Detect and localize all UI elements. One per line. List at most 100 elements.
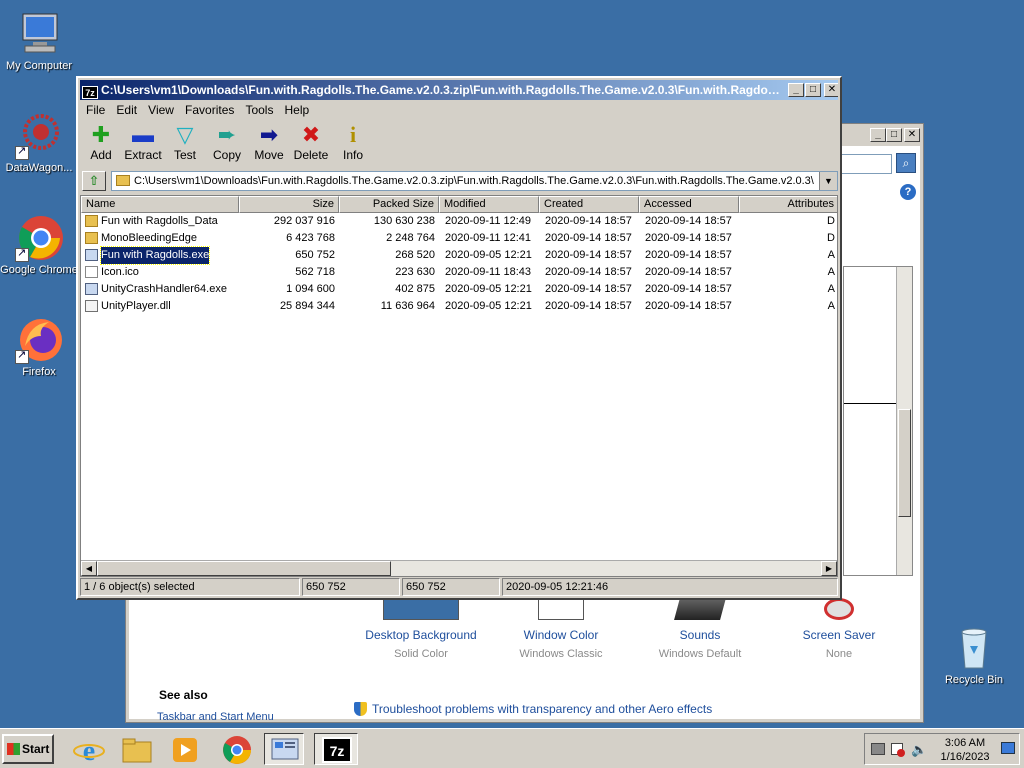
- troubleshoot-link[interactable]: Troubleshoot problems with transparency …: [372, 702, 712, 716]
- exe-file-icon: [85, 249, 98, 261]
- copy-arrow-icon: ➨: [217, 122, 237, 147]
- control-panel-taskbar-button[interactable]: [264, 733, 304, 765]
- cell-modified: 2020-09-11 12:41: [445, 232, 532, 244]
- window-color-thumbnail: [538, 598, 584, 620]
- cell-name: Fun with Ragdolls.exe: [99, 246, 211, 265]
- extract-button[interactable]: ▬ Extract: [122, 122, 164, 162]
- menu-favorites[interactable]: Favorites: [185, 103, 234, 117]
- up-folder-button[interactable]: ⇧: [82, 171, 106, 191]
- cell-accessed: 2020-09-14 18:57: [645, 249, 732, 261]
- media-player-taskbar-button[interactable]: [164, 733, 204, 765]
- clock[interactable]: 3:06 AM 1/16/2023: [935, 736, 995, 764]
- maximize-button[interactable]: □: [886, 128, 902, 142]
- file-row[interactable]: MonoBleedingEdge 6 423 768 2 248 764 2020-0…: [81, 230, 837, 247]
- copy-button[interactable]: ➨ Copy: [206, 122, 248, 162]
- taskbar-start-menu-link[interactable]: Taskbar and Start Menu: [157, 711, 274, 723]
- cell-attr: A: [827, 300, 835, 312]
- file-row[interactable]: Icon.ico 562 718 223 630 2020-09-11 18:43 20…: [81, 264, 837, 281]
- troubleshoot-link-row[interactable]: Troubleshoot problems with transparency …: [354, 702, 712, 716]
- desktop-icon-recycle-bin[interactable]: Recycle Bin: [935, 624, 1013, 686]
- address-bar: ⇧ C:\Users\vm1\Downloads\Fun.with.Ragdol…: [80, 169, 838, 193]
- desktop-background-item[interactable]: Desktop Background Solid Color: [351, 598, 491, 660]
- cell-modified: 2020-09-05 12:21: [445, 249, 532, 261]
- start-button[interactable]: Start: [2, 734, 54, 764]
- scroll-left-arrow[interactable]: ◀: [81, 561, 97, 576]
- scroll-right-arrow[interactable]: ▶: [821, 561, 837, 576]
- chrome-taskbar-button[interactable]: [216, 733, 256, 765]
- test-button[interactable]: ▽ Test: [164, 122, 206, 162]
- item-subtitle: Windows Default: [658, 648, 742, 660]
- file-row[interactable]: UnityCrashHandler64.exe 1 094 600 402 875 2…: [81, 281, 837, 298]
- desktop-icon-datawagon[interactable]: DataWagon...: [0, 112, 78, 174]
- status-selection: 1 / 6 object(s) selected: [80, 578, 300, 596]
- desktop-icon-my-computer[interactable]: My Computer: [0, 10, 78, 72]
- delete-button[interactable]: ✖ Delete: [290, 122, 332, 162]
- chevron-down-icon[interactable]: ▼: [819, 172, 837, 190]
- file-row[interactable]: Fun with Ragdolls.exe 650 752 268 520 2020-…: [81, 246, 837, 265]
- column-header-attributes[interactable]: Attributes: [739, 196, 837, 213]
- volume-icon[interactable]: 🔈: [911, 742, 927, 758]
- scrollbar-thumb[interactable]: [898, 409, 911, 517]
- cell-attr: D: [827, 215, 835, 227]
- search-icon[interactable]: ⌕: [896, 153, 916, 173]
- ie-taskbar-button[interactable]: e: [68, 733, 108, 767]
- minimize-button[interactable]: _: [788, 83, 804, 97]
- column-header-created[interactable]: Created: [539, 196, 639, 213]
- desktop-icon-google-chrome[interactable]: Google Chrome: [0, 214, 78, 276]
- address-input[interactable]: C:\Users\vm1\Downloads\Fun.with.Ragdolls…: [111, 171, 838, 191]
- cell-packed: 11 636 964: [380, 300, 435, 312]
- minimize-button[interactable]: _: [870, 128, 886, 142]
- column-header-accessed[interactable]: Accessed: [639, 196, 739, 213]
- cell-packed: 223 630: [395, 266, 435, 278]
- close-button[interactable]: ✕: [824, 83, 838, 97]
- explorer-taskbar-button[interactable]: [116, 733, 156, 765]
- vertical-scrollbar[interactable]: [896, 267, 912, 575]
- file-row[interactable]: UnityPlayer.dll 25 894 344 11 636 964 2020-…: [81, 298, 837, 315]
- status-packed: 650 752: [402, 578, 500, 596]
- cell-size: 25 894 344: [279, 300, 335, 312]
- desktop-icon-firefox[interactable]: Firefox: [0, 316, 78, 378]
- column-header-packed-size[interactable]: Packed Size: [339, 196, 439, 213]
- cell-created: 2020-09-14 18:57: [545, 215, 632, 227]
- menu-edit[interactable]: Edit: [116, 103, 137, 117]
- status-modified: 2020-09-05 12:21:46: [502, 578, 838, 596]
- cell-packed: 402 875: [395, 283, 435, 295]
- menu-tools[interactable]: Tools: [245, 103, 273, 117]
- cell-packed: 2 248 764: [386, 232, 435, 244]
- maximize-button[interactable]: □: [805, 83, 821, 97]
- network-icon[interactable]: [871, 743, 885, 755]
- svg-text:e: e: [83, 736, 95, 766]
- column-header-name[interactable]: Name: [81, 196, 239, 213]
- menu-help[interactable]: Help: [285, 103, 310, 117]
- window-color-item[interactable]: Window Color Windows Classic: [491, 598, 631, 660]
- folder-icon: [122, 738, 152, 763]
- column-header-size[interactable]: Size: [239, 196, 339, 213]
- menu-view[interactable]: View: [148, 103, 174, 117]
- sounds-item[interactable]: Sounds Windows Default: [630, 598, 770, 660]
- cell-accessed: 2020-09-14 18:57: [645, 283, 732, 295]
- add-button[interactable]: ✚ Add: [80, 122, 122, 162]
- scrollbar-thumb[interactable]: [97, 561, 391, 576]
- move-label: Move: [254, 148, 284, 162]
- search-input[interactable]: [836, 154, 892, 174]
- show-desktop-icon[interactable]: [1001, 742, 1015, 754]
- menu-file[interactable]: File: [86, 103, 105, 117]
- item-title: Window Color: [523, 628, 599, 642]
- info-icon: i: [349, 122, 357, 147]
- status-bar: 1 / 6 object(s) selected 650 752 650 752…: [80, 578, 838, 596]
- help-icon[interactable]: ?: [900, 184, 916, 200]
- screen-saver-item[interactable]: Screen Saver None: [769, 598, 909, 660]
- address-path: C:\Users\vm1\Downloads\Fun.with.Ragdolls…: [134, 175, 814, 187]
- cell-modified: 2020-09-11 12:49: [445, 215, 532, 227]
- column-header-modified[interactable]: Modified: [439, 196, 539, 213]
- flag-warning-icon[interactable]: [891, 743, 905, 757]
- close-button[interactable]: ✕: [904, 128, 920, 142]
- 7zip-taskbar-button[interactable]: 7z: [314, 733, 358, 765]
- dll-file-icon: [85, 300, 98, 312]
- move-button[interactable]: ➡ Move: [248, 122, 290, 162]
- horizontal-scrollbar[interactable]: ◀ ▶: [81, 560, 837, 576]
- file-row[interactable]: Fun with Ragdolls_Data 292 037 916 130 630…: [81, 213, 837, 230]
- info-button[interactable]: i Info: [332, 122, 374, 162]
- item-subtitle: None: [825, 648, 853, 660]
- item-title: Sounds: [679, 628, 721, 642]
